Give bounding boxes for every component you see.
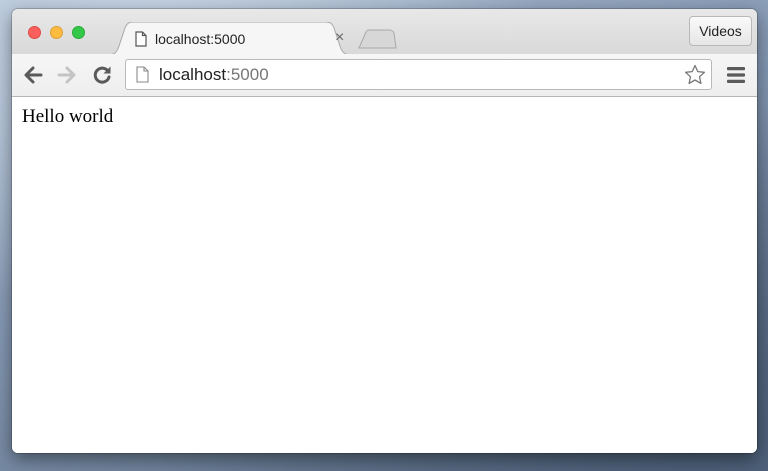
- arrow-right-icon[interactable]: [56, 64, 78, 86]
- reload-icon[interactable]: [91, 64, 113, 86]
- address-bar[interactable]: localhost:5000: [125, 59, 712, 90]
- minimize-window-button[interactable]: [50, 26, 63, 39]
- tab-title: localhost:5000: [155, 31, 246, 47]
- tab-localhost[interactable]: localhost:5000 ×: [107, 22, 352, 55]
- hamburger-icon[interactable]: [726, 66, 746, 84]
- star-icon[interactable]: [683, 63, 707, 87]
- browser-window: localhost:5000 × Videos localhost:5000 H…: [12, 9, 757, 453]
- new-tab-icon[interactable]: [357, 29, 397, 49]
- videos-button[interactable]: Videos: [689, 16, 752, 46]
- browser-toolbar: localhost:5000: [12, 54, 757, 97]
- document-icon: [136, 66, 149, 83]
- address-port: :5000: [226, 65, 269, 84]
- tab-strip: localhost:5000 × Videos: [12, 9, 757, 55]
- document-icon: [135, 31, 147, 47]
- close-window-button[interactable]: [28, 26, 41, 39]
- address-url[interactable]: localhost:5000: [159, 65, 269, 85]
- page-text: Hello world: [22, 106, 114, 127]
- page-viewport: Hello world: [12, 97, 757, 453]
- arrow-left-icon[interactable]: [22, 64, 44, 86]
- zoom-window-button[interactable]: [72, 26, 85, 39]
- close-icon[interactable]: ×: [335, 29, 344, 47]
- address-host: localhost: [159, 65, 227, 84]
